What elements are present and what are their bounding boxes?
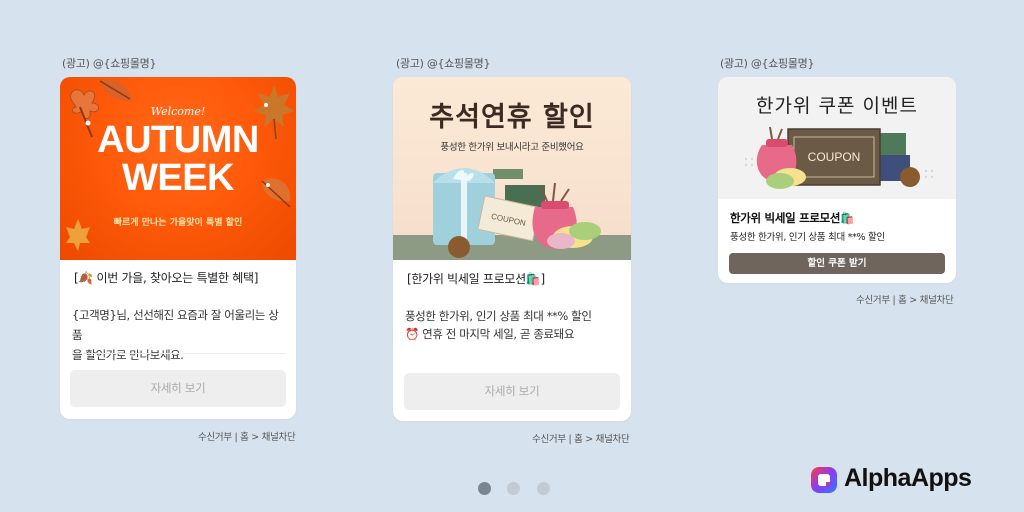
ad-label: (광고) @{쇼핑몰명} <box>396 57 491 70</box>
message-body-line: 을 할인가로 만나보세요. <box>72 348 184 362</box>
welcome-text: Welcome! <box>150 105 206 118</box>
coupon-banner-image[interactable]: 한가위 쿠폰 이벤트 COUPON <box>718 77 956 199</box>
message-title: [한가위 빅세일 프로모션🛍️] <box>407 272 545 286</box>
message-card-chuseok: 추석연휴 할인 풍성한 한가위 보내시라고 준비했어요 COUPON [한가위 … <box>393 77 631 421</box>
message-body: 풍성한 한가위, 인기 상품 최대 **% 할인 ⏰ 연휴 전 마지막 세일, … <box>405 307 620 343</box>
headline-line-2: WEEK <box>122 157 235 199</box>
pagination-dot-3[interactable] <box>537 482 550 495</box>
message-body-line: {고객명}님, 선선해진 요즘과 잘 어울리는 상품 <box>72 308 279 342</box>
pagination-dot-1[interactable] <box>478 482 491 495</box>
ad-label: (광고) @{쇼핑몰명} <box>62 57 157 70</box>
unsubscribe-link[interactable]: 수신거부 | 홈 > 채널차단 <box>198 429 296 443</box>
ad-label: (광고) @{쇼핑몰명} <box>720 57 815 70</box>
banner-subtitle: 빠르게 만나는 가을맞이 특별 할인 <box>113 218 243 228</box>
banner-headline: AUTUMN WEEK <box>60 121 296 197</box>
coupon-text: COUPON <box>808 150 861 164</box>
brand-logo: AlphaApps <box>810 464 1010 496</box>
details-button[interactable]: 자세히 보기 <box>70 370 286 407</box>
banner-headline: 한가위 쿠폰 이벤트 <box>756 95 918 117</box>
banner-subtitle: 풍성한 한가위 보내시라고 준비했어요 <box>440 142 584 153</box>
message-card-coupon: 한가위 쿠폰 이벤트 COUPON 한가위 빅세일 프로모션🛍️ 풍성한 한가위… <box>718 77 956 283</box>
message-title: 한가위 빅세일 프로모션🛍️ <box>730 211 855 225</box>
message-title: [🍂 이번 가을, 찾아오는 특별한 혜택] <box>74 271 259 285</box>
message-body: {고객명}님, 선선해진 요즘과 잘 어울리는 상품 을 할인가로 만나보세요. <box>72 305 287 365</box>
pagination-dot-2[interactable] <box>507 482 520 495</box>
get-coupon-button[interactable]: 할인 쿠폰 받기 <box>729 253 945 274</box>
brand-name: AlphaApps <box>844 464 972 492</box>
gift-illustration-icon: COUPON <box>433 168 601 258</box>
chuseok-banner-image[interactable]: 추석연휴 할인 풍성한 한가위 보내시라고 준비했어요 COUPON <box>393 77 631 260</box>
banner-headline: 추석연휴 할인 <box>429 102 595 133</box>
coupon-illustration-icon: COUPON <box>744 126 934 189</box>
message-card-autumn: Welcome! AUTUMN WEEK 빠르게 만나는 가을맞이 특별 할인 … <box>60 77 296 419</box>
message-body: 풍성한 한가위, 인기 상품 최대 **% 할인 <box>730 232 885 243</box>
alphaapps-logo-icon <box>811 467 837 493</box>
headline-line-1: AUTUMN <box>97 119 259 161</box>
unsubscribe-link[interactable]: 수신거부 | 홈 > 채널차단 <box>856 292 954 306</box>
message-body-line: 풍성한 한가위, 인기 상품 최대 **% 할인 <box>405 309 592 323</box>
autumn-banner-image[interactable]: Welcome! AUTUMN WEEK 빠르게 만나는 가을맞이 특별 할인 <box>60 77 296 260</box>
details-button[interactable]: 자세히 보기 <box>404 373 620 410</box>
message-body-line: ⏰ 연휴 전 마지막 세일, 곧 종료돼요 <box>405 327 575 341</box>
unsubscribe-link[interactable]: 수신거부 | 홈 > 채널차단 <box>532 431 630 445</box>
divider <box>72 353 286 354</box>
